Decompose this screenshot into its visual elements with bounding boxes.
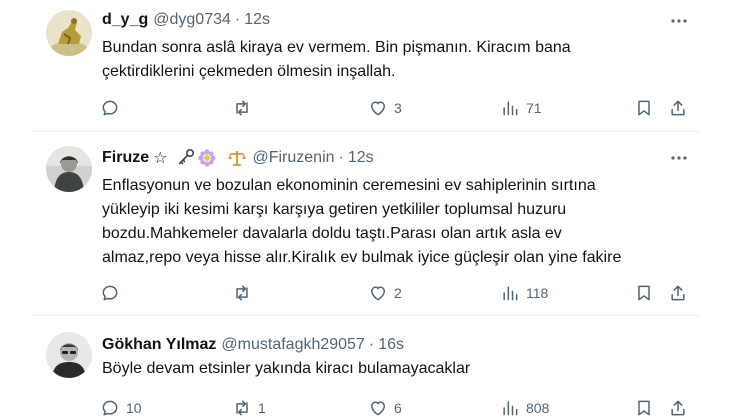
bookmark-icon <box>638 285 650 301</box>
reply-button[interactable] <box>100 281 126 305</box>
tweet-text-line: yükleyip iki kesimi karşı karşıya getire… <box>102 201 567 218</box>
share-button[interactable] <box>668 281 688 305</box>
views-button[interactable]: 808 <box>500 396 549 420</box>
view-count: 118 <box>526 285 549 301</box>
reply-icon <box>102 400 118 416</box>
view-count: 71 <box>526 100 542 116</box>
tweet-text-line: almaz,repo veya hisse alır.Kiralık ev bu… <box>102 249 622 266</box>
heart-icon <box>371 101 385 116</box>
like-count: 6 <box>394 400 402 416</box>
separator-dot: · <box>368 336 375 353</box>
separator-dot: · <box>234 11 241 28</box>
retweet-icon <box>236 285 248 301</box>
tweet-text-line: Enflasyonun ve bozulan ekonominin cereme… <box>102 177 596 194</box>
display-name[interactable]: d_y_g <box>102 11 148 29</box>
retweet-button[interactable] <box>232 281 258 305</box>
timestamp[interactable]: 12s <box>348 149 374 167</box>
tweet-3[interactable]: Gökhan Yılmaz @mustafagkh29057 · 16s Böy… <box>0 316 730 420</box>
flower-icon <box>197 148 217 168</box>
tweet-text: Böyle devam etsinler yakında kiracı bula… <box>102 357 682 381</box>
like-count: 3 <box>394 100 402 116</box>
reply-button[interactable]: 10 <box>100 396 142 420</box>
views-button[interactable]: 118 <box>500 281 548 305</box>
tweet-text: Bundan sonra aslâ kiraya ev vermem. Bin … <box>102 36 682 84</box>
share-button[interactable] <box>668 396 688 420</box>
tweet-header: Firuze ☆ @Firuzenin · 12s <box>102 146 374 170</box>
tweet-2[interactable]: Firuze ☆ @Firuzenin · 12s Enflasyonun ve… <box>0 132 730 312</box>
action-bar: 10 1 6 808 <box>100 396 700 420</box>
tweet-header: d_y_g @dyg0734 · 12s <box>102 8 270 32</box>
tweet-text-line: bozdu.Mahkemeler davalarla doldu taştı.P… <box>102 225 562 242</box>
view-count: 808 <box>526 400 550 416</box>
like-count: 2 <box>394 285 402 301</box>
bookmark-button[interactable] <box>634 396 654 420</box>
avatar[interactable] <box>46 10 92 56</box>
timestamp[interactable]: 16s <box>378 336 404 354</box>
action-bar: 2 118 <box>100 281 700 305</box>
tweet-header: Gökhan Yılmaz @mustafagkh29057 · 16s <box>102 333 404 357</box>
separator-dot: · <box>338 149 344 166</box>
scales-icon <box>227 148 247 168</box>
tweet-text-line: çektirdiklerini çekmeden ölmesin inşalla… <box>102 63 396 80</box>
action-bar: 3 71 <box>100 96 700 120</box>
tweet-text-line: Bundan sonra aslâ kiraya ev vermem. Bin … <box>102 39 571 56</box>
retweet-button[interactable] <box>232 96 258 120</box>
like-button[interactable]: 6 <box>368 396 402 420</box>
heart-icon <box>371 286 385 301</box>
retweet-button[interactable]: 1 <box>232 396 266 420</box>
views-icon <box>503 286 518 301</box>
tweet-text-line: Böyle devam etsinler yakında kiracı bula… <box>102 360 471 377</box>
views-icon <box>503 401 518 416</box>
retweet-icon <box>236 100 248 116</box>
display-name[interactable]: Gökhan Yılmaz <box>102 336 216 354</box>
key-icon <box>175 148 195 168</box>
tweet-1[interactable]: d_y_g @dyg0734 · 12s Bundan sonra aslâ k… <box>0 0 730 130</box>
reply-button[interactable] <box>100 96 126 120</box>
more-options-icon[interactable] <box>668 147 690 169</box>
like-button[interactable]: 3 <box>368 96 402 120</box>
handle[interactable]: @Firuzenin <box>252 149 334 167</box>
more-options-icon[interactable] <box>668 10 690 32</box>
share-button[interactable] <box>668 96 688 120</box>
avatar[interactable] <box>46 146 92 192</box>
like-button[interactable]: 2 <box>368 281 402 305</box>
retweet-icon <box>236 400 248 416</box>
share-icon <box>671 285 685 301</box>
bookmark-icon <box>638 100 650 116</box>
views-icon <box>503 101 518 116</box>
share-icon <box>671 400 685 416</box>
heart-icon <box>371 401 385 416</box>
retweet-count: 1 <box>258 400 266 416</box>
avatar[interactable] <box>46 332 92 378</box>
display-name[interactable]: Firuze <box>102 149 149 167</box>
bookmark-icon <box>638 400 650 416</box>
views-button[interactable]: 71 <box>500 96 542 120</box>
name-star: ☆ <box>153 150 168 167</box>
bookmark-button[interactable] <box>634 96 654 120</box>
reply-count: 10 <box>126 400 142 416</box>
reply-icon <box>102 100 118 116</box>
timestamp[interactable]: 12s <box>244 11 270 29</box>
tweet-text: Enflasyonun ve bozulan ekonominin cereme… <box>102 174 692 270</box>
share-icon <box>671 100 685 116</box>
reply-icon <box>102 285 118 301</box>
bookmark-button[interactable] <box>634 281 654 305</box>
handle[interactable]: @dyg0734 <box>153 11 231 29</box>
handle[interactable]: @mustafagkh29057 <box>221 336 364 354</box>
